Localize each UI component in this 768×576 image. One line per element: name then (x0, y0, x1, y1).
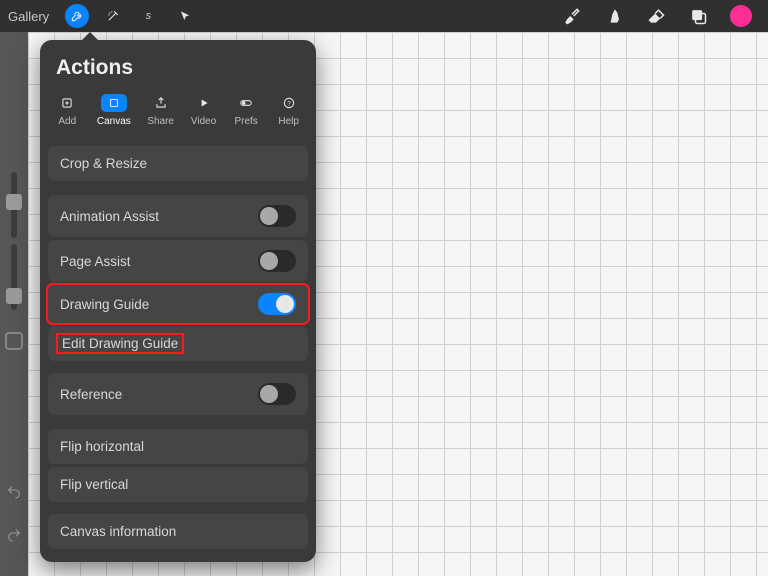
row-label: Flip vertical (60, 477, 128, 492)
canvas-icon (101, 94, 127, 112)
reference-row[interactable]: Reference (48, 373, 308, 415)
row-label: Crop & Resize (60, 156, 147, 171)
opacity-thumb[interactable] (6, 288, 22, 304)
row-label: Flip horizontal (60, 439, 144, 454)
row-label: Drawing Guide (60, 297, 149, 312)
tab-label: Add (58, 116, 76, 127)
share-icon (148, 94, 174, 112)
brush-size-slider[interactable] (11, 172, 17, 238)
tab-label: Help (278, 116, 299, 127)
video-icon (191, 94, 217, 112)
actions-panel: Actions Add Canvas Share Video Prefs ? H… (40, 40, 316, 562)
color-swatch[interactable] (730, 5, 752, 27)
row-label: Edit Drawing Guide (56, 333, 184, 354)
eraser-icon[interactable] (646, 6, 666, 26)
tab-label: Video (191, 116, 216, 127)
undo-icon[interactable] (6, 484, 22, 505)
crop-resize-row[interactable]: Crop & Resize (48, 146, 308, 181)
gallery-link[interactable]: Gallery (8, 9, 49, 24)
prefs-icon (233, 94, 259, 112)
row-label: Animation Assist (60, 209, 159, 224)
tab-help[interactable]: ? Help (272, 92, 306, 129)
panel-tabs: Add Canvas Share Video Prefs ? Help (40, 90, 316, 139)
tab-add[interactable]: Add (50, 92, 84, 129)
tab-share[interactable]: Share (143, 92, 178, 129)
selection-icon[interactable]: S (137, 4, 161, 28)
tab-label: Prefs (234, 116, 257, 127)
row-label: Canvas information (60, 524, 176, 539)
animation-assist-row[interactable]: Animation Assist (48, 195, 308, 237)
left-sidebar (0, 32, 28, 576)
opacity-slider[interactable] (11, 244, 17, 310)
brush-icon[interactable] (562, 6, 582, 26)
svg-text:?: ? (287, 100, 291, 107)
wrench-icon[interactable] (65, 4, 89, 28)
drawing-guide-toggle[interactable] (258, 293, 296, 315)
tab-video[interactable]: Video (187, 92, 221, 129)
canvas-information-row[interactable]: Canvas information (48, 514, 308, 549)
redo-icon[interactable] (6, 527, 22, 548)
add-icon (54, 94, 80, 112)
tab-canvas[interactable]: Canvas (93, 92, 135, 129)
panel-title: Actions (40, 40, 316, 90)
edit-drawing-guide-row[interactable]: Edit Drawing Guide (48, 326, 308, 361)
transform-arrow-icon[interactable] (173, 4, 197, 28)
flip-vertical-row[interactable]: Flip vertical (48, 467, 308, 502)
row-label: Page Assist (60, 254, 131, 269)
page-assist-toggle[interactable] (258, 250, 296, 272)
reference-toggle[interactable] (258, 383, 296, 405)
topbar-right (562, 5, 760, 27)
flip-horizontal-row[interactable]: Flip horizontal (48, 429, 308, 464)
topbar: Gallery S (0, 0, 768, 32)
modify-button[interactable] (5, 332, 23, 350)
drawing-guide-row[interactable]: Drawing Guide (46, 283, 310, 325)
help-icon: ? (276, 94, 302, 112)
tab-label: Canvas (97, 116, 131, 127)
smudge-icon[interactable] (604, 6, 624, 26)
tab-label: Share (147, 116, 174, 127)
wand-icon[interactable] (101, 4, 125, 28)
row-label: Reference (60, 387, 122, 402)
svg-text:S: S (146, 12, 152, 21)
animation-assist-toggle[interactable] (258, 205, 296, 227)
layers-icon[interactable] (688, 6, 708, 26)
page-assist-row[interactable]: Page Assist (48, 240, 308, 282)
tab-prefs[interactable]: Prefs (229, 92, 263, 129)
brush-size-thumb[interactable] (6, 194, 22, 210)
